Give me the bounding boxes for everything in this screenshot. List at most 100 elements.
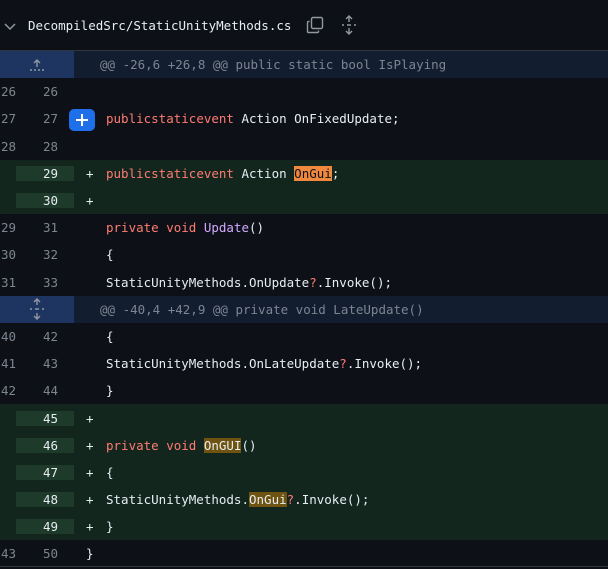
- code-text: (): [241, 437, 257, 453]
- operator: ?: [309, 274, 317, 290]
- diff-line: 40 42 {: [0, 323, 608, 350]
- old-line-number[interactable]: 40: [0, 329, 16, 344]
- file-header: DecompiledSrc/StaticUnityMethods.cs: [0, 0, 608, 51]
- old-line-number[interactable]: 26: [0, 84, 16, 99]
- code-text: }: [86, 546, 94, 562]
- new-line-number[interactable]: 26: [16, 84, 74, 99]
- diff-line: 28 28: [0, 133, 608, 160]
- code-text: }: [106, 519, 114, 535]
- code-line: public static event Action OnFixedUpdate…: [74, 105, 608, 132]
- code-text: {: [106, 328, 114, 344]
- file-name[interactable]: DecompiledSrc/StaticUnityMethods.cs: [28, 18, 291, 33]
- code-line: {: [74, 241, 608, 268]
- diff-line-added: 30 +: [0, 186, 608, 215]
- code-line: }: [74, 377, 608, 404]
- expand-both-button[interactable]: [0, 295, 74, 323]
- code-line: StaticUnityMethods.OnUpdate? .Invoke();: [74, 269, 608, 296]
- new-line-number[interactable]: 47: [16, 464, 74, 480]
- keyword: private: [106, 220, 159, 236]
- code-line: + private void OnGUI(): [74, 431, 608, 459]
- code-line: + StaticUnityMethods. OnGui? .Invoke();: [74, 486, 608, 514]
- code-text: Action: [233, 165, 295, 181]
- new-line-number[interactable]: 33: [16, 275, 74, 290]
- keyword: private: [106, 437, 159, 453]
- diff-line: 31 33 StaticUnityMethods.OnUpdate? .Invok…: [0, 269, 608, 296]
- new-line-number[interactable]: 29: [16, 165, 74, 181]
- add-marker: +: [86, 464, 94, 480]
- new-line-number[interactable]: 31: [16, 220, 74, 235]
- code-text: {: [106, 247, 114, 263]
- new-line-number[interactable]: 28: [16, 139, 74, 154]
- operator: ?: [339, 356, 347, 372]
- new-line-number[interactable]: 50: [16, 546, 74, 561]
- code-text: ;: [331, 165, 340, 181]
- add-comment-button[interactable]: [69, 109, 95, 132]
- keyword: void: [158, 437, 204, 453]
- new-line-number[interactable]: 42: [16, 329, 74, 344]
- old-line-number[interactable]: 29: [0, 220, 16, 235]
- plus-icon: [76, 114, 88, 127]
- divider: [0, 566, 608, 567]
- code-line: + public static event Action OnGui;: [74, 159, 608, 187]
- operator: ?: [286, 492, 295, 508]
- code-text: Action OnFixedUpdate;: [233, 111, 400, 127]
- old-line-number[interactable]: 41: [0, 356, 16, 371]
- add-marker: +: [86, 193, 94, 209]
- hunk-header: @@ -26,6 +26,8 @@ public static bool IsP…: [0, 51, 608, 79]
- old-line-number[interactable]: 28: [0, 139, 16, 154]
- code-text: .Invoke();: [346, 356, 423, 372]
- code-line: }: [74, 540, 608, 567]
- add-marker: +: [86, 165, 94, 181]
- search-highlight: OnGui: [294, 165, 332, 181]
- diff-line: 41 43 StaticUnityMethods.OnLateUpdate? .I…: [0, 350, 608, 377]
- chevron-down-icon[interactable]: [4, 20, 16, 31]
- new-line-number[interactable]: 30: [16, 193, 74, 209]
- keyword: public: [106, 111, 152, 127]
- old-line-number[interactable]: 27: [0, 111, 16, 126]
- copy-icon[interactable]: [305, 15, 325, 35]
- old-line-number[interactable]: 42: [0, 383, 16, 398]
- keyword: public: [106, 165, 152, 181]
- search-highlight: OnGUI: [203, 437, 242, 453]
- diff-line: 29 31 private void Update(): [0, 214, 608, 241]
- expand-up-button[interactable]: [0, 51, 74, 79]
- add-marker: +: [86, 410, 94, 426]
- code-line: +: [74, 186, 608, 215]
- hunk-header: @@ -40,4 +42,9 @@ private void LateUpdat…: [0, 295, 608, 323]
- new-line-number[interactable]: 49: [16, 519, 74, 535]
- old-line-number[interactable]: 43: [0, 546, 16, 561]
- code-text: StaticUnityMethods.OnLateUpdate: [106, 356, 340, 372]
- old-line-number[interactable]: 30: [0, 247, 16, 262]
- code-line: StaticUnityMethods.OnLateUpdate? .Invoke(…: [74, 350, 608, 377]
- code-text: .Invoke();: [316, 274, 392, 290]
- expand-all-icon[interactable]: [339, 15, 359, 35]
- search-highlight: OnGui: [249, 492, 287, 508]
- new-line-number[interactable]: 44: [16, 383, 74, 398]
- hunk-text: @@ -26,6 +26,8 @@ public static bool IsP…: [100, 57, 447, 73]
- keyword: static: [151, 165, 197, 181]
- new-line-number[interactable]: 27: [16, 111, 74, 126]
- expand-up-icon: [30, 58, 44, 71]
- add-marker: +: [86, 492, 94, 508]
- diff-line-added: 49 + }: [0, 513, 608, 541]
- diff-line: 27 27 public static event Action OnFixed…: [0, 105, 608, 132]
- new-line-number[interactable]: 46: [16, 437, 74, 453]
- new-line-number[interactable]: 32: [16, 247, 74, 262]
- diff-view: @@ -26,6 +26,8 @@ public static bool IsP…: [0, 51, 608, 568]
- code-line: + {: [74, 458, 608, 486]
- function-name: Update: [203, 220, 249, 236]
- new-line-number[interactable]: 48: [16, 492, 74, 508]
- code-line: +: [74, 404, 608, 432]
- add-marker: +: [86, 519, 94, 535]
- keyword: static: [151, 111, 197, 127]
- add-marker: +: [86, 437, 94, 453]
- old-line-number[interactable]: 31: [0, 275, 16, 290]
- diff-line-added: 45 +: [0, 404, 608, 432]
- new-line-number[interactable]: 43: [16, 356, 74, 371]
- diff-line: 30 32 {: [0, 241, 608, 268]
- keyword: event: [196, 165, 234, 181]
- new-line-number[interactable]: 45: [16, 410, 74, 426]
- diff-line-added: 46 + private void OnGUI(): [0, 431, 608, 459]
